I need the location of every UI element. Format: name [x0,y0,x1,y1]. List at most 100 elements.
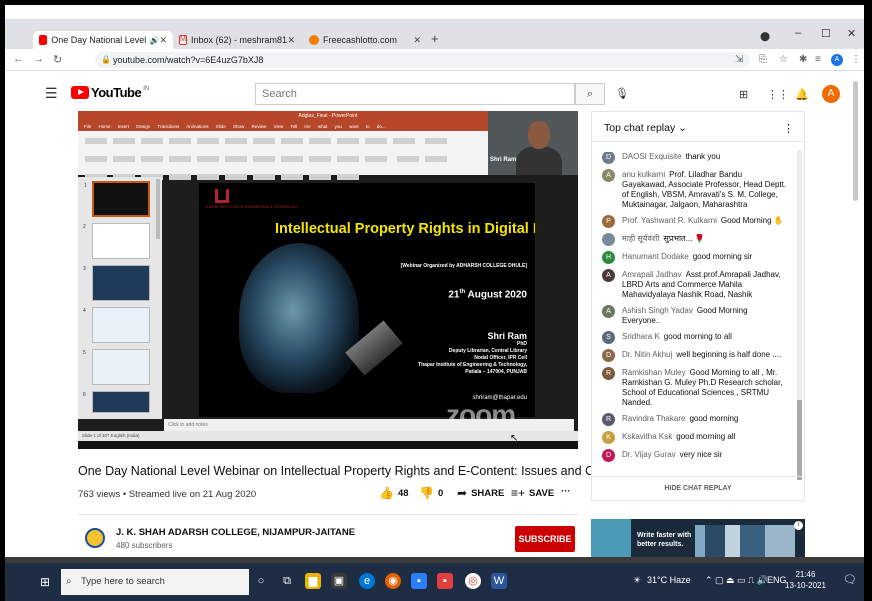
channel-name[interactable]: J. K. SHAH ADARSH COLLEGE, NIJAMPUR-JAIT… [116,527,355,538]
chat-author[interactable]: Kskavitha Ksk [622,432,672,441]
slide-thumbnail[interactable]: 1 [84,181,150,217]
chat-text: good morning to all [663,332,732,341]
chat-author[interactable]: anu kulkarni [622,170,665,179]
back-icon[interactable]: ← [13,53,24,65]
ad-info-icon[interactable]: i [794,521,803,530]
cortana-icon[interactable]: ○ [253,573,269,589]
app-icon[interactable]: ▪ [411,573,427,589]
chat-author-avatar[interactable]: A [602,169,615,182]
slide-thumbnail[interactable]: 6 [83,391,150,413]
window-close-icon[interactable]: ✕ [847,27,856,40]
language-indicator[interactable]: ENG [767,575,787,585]
share-button[interactable]: ➦ SHARE [457,486,504,500]
chat-author[interactable]: Hanumant Dodake [622,252,689,261]
edge-icon[interactable]: e [359,573,375,589]
chat-author[interactable]: Ravindra Thakare [622,414,685,423]
chat-author[interactable]: Dr. Nitin Akhuj [622,350,672,359]
save-button[interactable]: ≡+ SAVE [511,486,554,500]
close-icon[interactable]: ✕ [159,35,167,46]
file-explorer-icon[interactable]: ▆ [305,573,321,589]
chat-author-avatar[interactable]: K [602,431,615,444]
chat-author-avatar[interactable]: P [602,215,615,228]
chat-author[interactable]: Amrapali Jadhav [622,270,682,279]
url-field[interactable]: 🔒 youtube.com/watch?v=6E4uzG7bXJ8 [95,52,750,68]
tray-icons[interactable]: ⌃ ▢ ⏏ ▭ ⎍ 🔊 [705,575,768,586]
minimize-icon[interactable]: – [795,27,801,39]
slide-thumbnail[interactable]: 4 [83,307,150,343]
video-player[interactable]: Adglas_Final - PowerPoint File Home Inse… [78,111,578,449]
chat-author-avatar[interactable]: H [602,251,615,264]
dislike-button[interactable]: 👎 0 [419,486,443,500]
account-avatar[interactable]: A [822,85,840,103]
video-progress-bar[interactable] [78,441,578,449]
app-icon[interactable]: ▪ [437,573,453,589]
notifications-bell-icon[interactable]: 🔔 [795,88,809,101]
chat-author-avatar[interactable]: D [602,152,615,164]
chat-scrollbar[interactable] [797,150,802,480]
chat-author[interactable]: Dr. Vijay Gurav [622,450,676,459]
thumbnail-scrollbar[interactable] [156,179,160,239]
apps-grid-icon[interactable]: ⋮⋮ [767,88,789,101]
profile-avatar-icon[interactable]: A [831,54,843,66]
chat-author[interactable]: Sridhara K [622,332,660,341]
chat-author-avatar[interactable]: A [602,269,615,282]
menu-kebab-icon[interactable]: ⋮ [851,54,861,65]
chrome-icon[interactable]: ◎ [465,573,481,589]
tab-freecashlotto[interactable]: Freecashlotto.com ✕ [303,31,427,49]
task-view-icon[interactable]: ⧉ [279,573,295,589]
forward-icon[interactable]: → [33,53,44,65]
chat-author[interactable]: Ashish Singh Yadav [622,306,693,315]
install-icon[interactable]: ⇲ [735,54,743,65]
chat-author-avatar[interactable]: A [602,305,615,318]
chat-author-avatar[interactable]: D [602,449,615,462]
word-icon[interactable]: W [491,573,507,589]
profile-dot-icon[interactable]: ⬤ [760,31,770,42]
youtube-logo[interactable]: YouTube IN [71,85,149,100]
chat-author-avatar[interactable]: S [602,331,615,344]
channel-avatar[interactable] [85,528,105,548]
chat-author-avatar[interactable] [602,233,615,246]
clock[interactable]: 21:46 13-10-2021 [785,569,826,591]
ad-banner[interactable]: Write faster with better results. i [591,519,805,561]
close-icon[interactable]: ✕ [287,35,295,46]
more-vertical-icon[interactable]: ⋮ [783,122,794,135]
hamburger-menu-icon[interactable]: ☰ [45,85,58,102]
maximize-icon[interactable]: ☐ [821,27,831,40]
search-input[interactable]: Search [255,83,575,105]
microphone-icon[interactable]: 🎙 [615,87,629,100]
slide-thumbnail[interactable]: 3 [83,265,150,301]
notification-center-icon[interactable]: 🗨 [843,573,857,586]
extensions-icon[interactable]: ✱ [799,54,807,65]
hide-chat-replay-button[interactable]: HIDE CHAT REPLAY [592,476,804,500]
chat-author-avatar[interactable]: R [602,413,615,426]
reload-icon[interactable]: ↻ [53,53,62,66]
create-video-icon[interactable]: ⊞ [739,88,748,101]
gmail-favicon-icon: M [179,35,187,45]
reading-list-icon[interactable]: ≡ [815,54,821,65]
page-scrollbar[interactable] [853,81,858,201]
share-tab-icon[interactable]: ⎘ [759,54,767,65]
chat-author[interactable]: DAOSI Exquisite [622,152,682,161]
slide-thumbnail[interactable]: 5 [83,349,150,385]
close-icon[interactable]: ✕ [413,35,421,46]
store-icon[interactable]: ▣ [331,573,347,589]
bookmark-star-icon[interactable]: ☆ [779,54,788,65]
windows-start-icon[interactable]: ⊞ [40,575,50,589]
tab-gmail[interactable]: M Inbox (62) - meshram81@gmail. ✕ [173,31,301,49]
like-button[interactable]: 👍 48 [379,486,409,500]
more-actions-button[interactable]: ··· [561,486,571,497]
chat-author[interactable]: Ramkishan Muley [622,368,686,377]
search-button[interactable]: ⌕ [575,83,605,105]
taskbar-search-input[interactable]: ⌕ Type here to search [61,569,249,595]
slide-thumbnail[interactable]: 2 [83,223,150,259]
tab-youtube[interactable]: One Day National Level Web 🔊 ✕ [33,31,173,49]
chat-author[interactable]: Prof. Yashwant R. Kulkarni [622,216,717,225]
weather-text[interactable]: 31°C Haze [647,575,691,585]
firefox-icon[interactable]: ◉ [385,573,401,589]
chat-header[interactable]: Top chat replay ⌄ ⋮ [592,112,804,142]
chat-author[interactable]: माही सूर्यवंशी [622,234,659,243]
new-tab-icon[interactable]: + [431,31,439,46]
subscribe-button[interactable]: SUBSCRIBE [515,526,575,552]
chat-author-avatar[interactable]: D [602,349,615,362]
chat-author-avatar[interactable]: R [602,367,615,380]
